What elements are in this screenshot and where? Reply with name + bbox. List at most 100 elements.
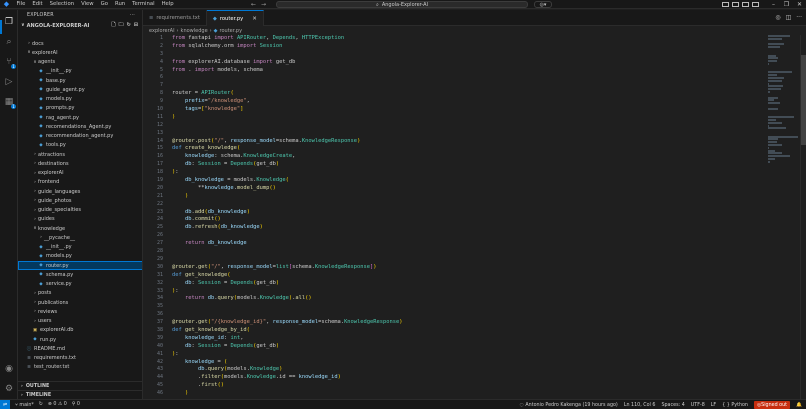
code-line[interactable]: knowledge: schema.KnowledgeCreate, (172, 153, 403, 161)
breadcrumb-item[interactable]: knowledge (181, 28, 208, 34)
code-line[interactable]: db.commit() (172, 216, 403, 224)
code-line[interactable]: db: Session = Depends(get_db) (172, 161, 403, 169)
code-line[interactable]: ) (172, 114, 403, 122)
code-line[interactable]: def create_knowledge( (172, 145, 403, 153)
code-line[interactable]: .first() (172, 382, 403, 390)
code-line[interactable] (172, 74, 403, 82)
tree-file[interactable]: ◆ guide_agent.py (18, 85, 142, 94)
tree-folder[interactable]: › guide_specialties (18, 206, 142, 215)
tree-folder[interactable]: › docs (18, 39, 142, 48)
code-line[interactable]: ) (172, 390, 403, 398)
tree-folder[interactable]: › __pycache__ (18, 233, 142, 242)
tree-file[interactable]: ▣ explorerAI.db (18, 326, 142, 335)
code-line[interactable]: from sqlalchemy.orm import Session (172, 43, 403, 51)
code-line[interactable]: from fastapi import APIRouter, Depends, … (172, 35, 403, 43)
code-line[interactable]: prefix="/knowledge", (172, 98, 403, 106)
code-line[interactable]: return db_knowledge (172, 240, 403, 248)
tree-folder[interactable]: ∨ explorerAI (18, 48, 142, 57)
tree-file[interactable]: ◆ recomendations_Agent.py (18, 122, 142, 131)
code-line[interactable] (172, 232, 403, 240)
code-content[interactable]: from fastapi import APIRouter, Depends, … (172, 35, 403, 398)
breadcrumb-item[interactable]: router.py (220, 28, 243, 34)
workspace-root[interactable]: ∨ ANGOLA-EXPLORER-AI 🗋 🗀 ↻ ⊟ (18, 21, 142, 30)
encoding[interactable]: UTF-8 (691, 403, 705, 408)
code-line[interactable]: ) (172, 193, 403, 201)
tree-folder[interactable]: › frontend (18, 178, 142, 187)
minimize-icon[interactable]: – (767, 0, 780, 9)
code-line[interactable]: from explorerAI.database import get_db (172, 59, 403, 67)
code-line[interactable]: ): (172, 351, 403, 359)
menu-terminal[interactable]: Terminal (129, 0, 158, 9)
language-mode[interactable]: { } Python (722, 403, 748, 408)
ports-item[interactable]: ⚲ 0 (72, 402, 80, 407)
tree-folder[interactable]: ∨ knowledge (18, 224, 142, 233)
problems-item[interactable]: ⊗ 0 ⚠ 0 (48, 402, 67, 407)
branch-item[interactable]: ⑂ main* (15, 402, 34, 408)
code-line[interactable] (172, 311, 403, 319)
notifications-bell-icon[interactable]: 🔔 (796, 403, 802, 408)
code-line[interactable]: knowledge_id: int, (172, 335, 403, 343)
source-control-icon[interactable]: ⑂ 1 (3, 56, 16, 69)
code-line[interactable] (172, 256, 403, 264)
tree-file[interactable]: ◆ tools.py (18, 141, 142, 150)
tree-file[interactable]: ◆ run.py (18, 335, 142, 344)
editor-scrollbar[interactable] (800, 35, 806, 399)
close-tab-icon[interactable]: ✕ (252, 16, 257, 22)
refresh-icon[interactable]: ↻ (127, 22, 131, 30)
command-center[interactable]: ⌕ Angola-Explorer-AI (276, 1, 528, 8)
code-line[interactable]: db: Session = Depends(get_db) (172, 343, 403, 351)
more-actions-icon[interactable]: ··· (130, 13, 135, 18)
tab-router[interactable]: ◆ router.py ✕ (206, 10, 264, 26)
customize-layout-icon[interactable] (722, 2, 729, 7)
close-window-icon[interactable]: ✕ (793, 0, 806, 9)
tree-file[interactable]: ◆ models.py (18, 252, 142, 261)
code-editor[interactable]: 1 2 3 4 5 6 7 8 9 10 11 12 13 14 15 16 17 18 19 20 21 22 23 24 2… (143, 35, 806, 399)
explorer-icon[interactable]: ❐ (3, 16, 15, 28)
code-line[interactable]: ): (172, 288, 403, 296)
code-line[interactable] (172, 82, 403, 90)
collapse-all-icon[interactable]: ⊟ (134, 22, 138, 30)
code-line[interactable]: **knowledge.model_dump() (172, 185, 403, 193)
code-line[interactable]: def get_knowledge( (172, 272, 403, 280)
scrollbar-thumb[interactable] (801, 55, 806, 145)
tree-folder[interactable]: › guide_languages (18, 187, 142, 196)
tree-folder[interactable]: › explorerAI (18, 169, 142, 178)
code-line[interactable]: def get_knowledge_by_id( (172, 327, 403, 335)
run-debug-icon[interactable]: ▷ (3, 76, 15, 88)
remote-indicator-icon[interactable]: ⇌ (0, 399, 10, 409)
back-arrow-icon[interactable]: ← (251, 1, 256, 8)
code-line[interactable] (172, 122, 403, 130)
menu-view[interactable]: View (78, 0, 98, 9)
tree-file[interactable]: ◆ recommendation_agent.py (18, 132, 142, 141)
extensions-icon[interactable]: ▦ 1 (3, 96, 16, 109)
tree-file[interactable]: ⓘ README.md (18, 344, 142, 353)
outline-section[interactable]: › OUTLINE (18, 381, 142, 390)
tree-file[interactable]: ◆ router.py (18, 261, 142, 271)
tree-file[interactable]: ◆ __init__.py (18, 67, 142, 76)
code-line[interactable]: @router.get("/", response_model=list[sch… (172, 264, 403, 272)
tree-file[interactable]: ◆ base.py (18, 76, 142, 85)
code-line[interactable]: db.add(db_knowledge) (172, 209, 403, 217)
search-view-icon[interactable]: ⌕ (3, 36, 15, 48)
tree-file[interactable]: ◆ schema.py (18, 270, 142, 279)
maximize-icon[interactable]: ❐ (780, 0, 793, 9)
copilot-button[interactable]: ◎▾ (534, 1, 552, 8)
account-icon[interactable]: ◉ (3, 363, 15, 375)
tree-folder[interactable]: › publications (18, 298, 142, 307)
forward-arrow-icon[interactable]: → (261, 1, 266, 8)
split-editor-icon[interactable]: ◫ (786, 14, 792, 21)
code-line[interactable] (172, 248, 403, 256)
toggle-panel-icon[interactable] (742, 2, 749, 7)
menu-go[interactable]: Go (97, 0, 111, 9)
code-line[interactable]: tags=["knowledge"] (172, 106, 403, 114)
menu-edit[interactable]: Edit (29, 0, 46, 9)
tree-folder[interactable]: › posts (18, 289, 142, 298)
tree-folder[interactable]: ∨ agents (18, 58, 142, 67)
tree-file[interactable]: ◆ rag_agent.py (18, 113, 142, 122)
minimap[interactable] (768, 35, 800, 399)
cursor-position[interactable]: Ln 110, Col 6 (624, 403, 656, 408)
tree-file[interactable]: ≡ requirements.txt (18, 354, 142, 363)
tree-folder[interactable]: › attractions (18, 150, 142, 159)
code-line[interactable]: db.query(models.Knowledge) (172, 366, 403, 374)
copilot-edit-icon[interactable]: ◎ (775, 14, 780, 21)
